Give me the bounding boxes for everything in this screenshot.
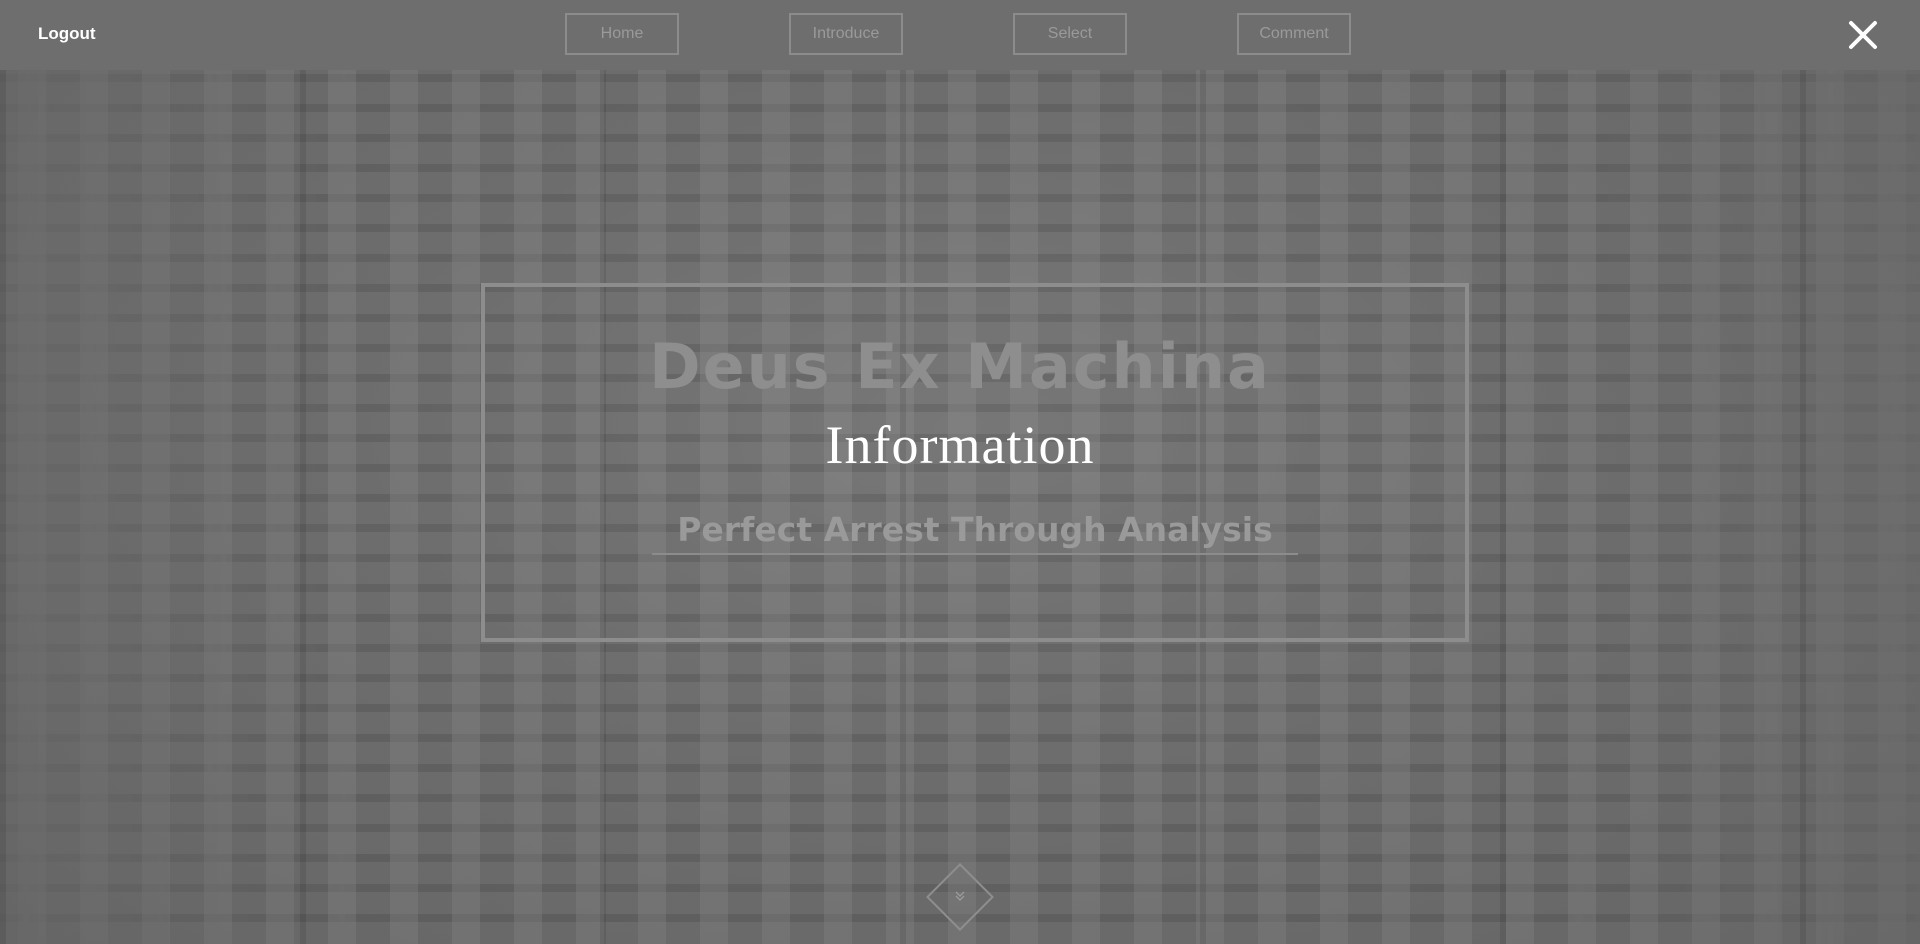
brand-title: Deus Ex Machina — [649, 330, 1271, 403]
top-bar: Logout Home Introduce Select Comment — [0, 0, 1920, 70]
close-icon[interactable] — [1844, 16, 1882, 54]
nav-introduce-button[interactable]: Introduce — [789, 13, 903, 55]
nav-comment-button[interactable]: Comment — [1237, 13, 1351, 55]
nav-home-button[interactable]: Home — [565, 13, 679, 55]
main-nav: Home Introduce Select Comment — [565, 13, 1351, 55]
page: Logout Home Introduce Select Comment Deu… — [0, 0, 1920, 944]
chevron-double-down-icon — [954, 890, 966, 904]
nav-select-button[interactable]: Select — [1013, 13, 1127, 55]
tagline: Perfect Arrest Through Analysis — [652, 510, 1298, 555]
page-heading: Information — [825, 415, 1095, 475]
logout-link[interactable]: Logout — [38, 24, 96, 44]
